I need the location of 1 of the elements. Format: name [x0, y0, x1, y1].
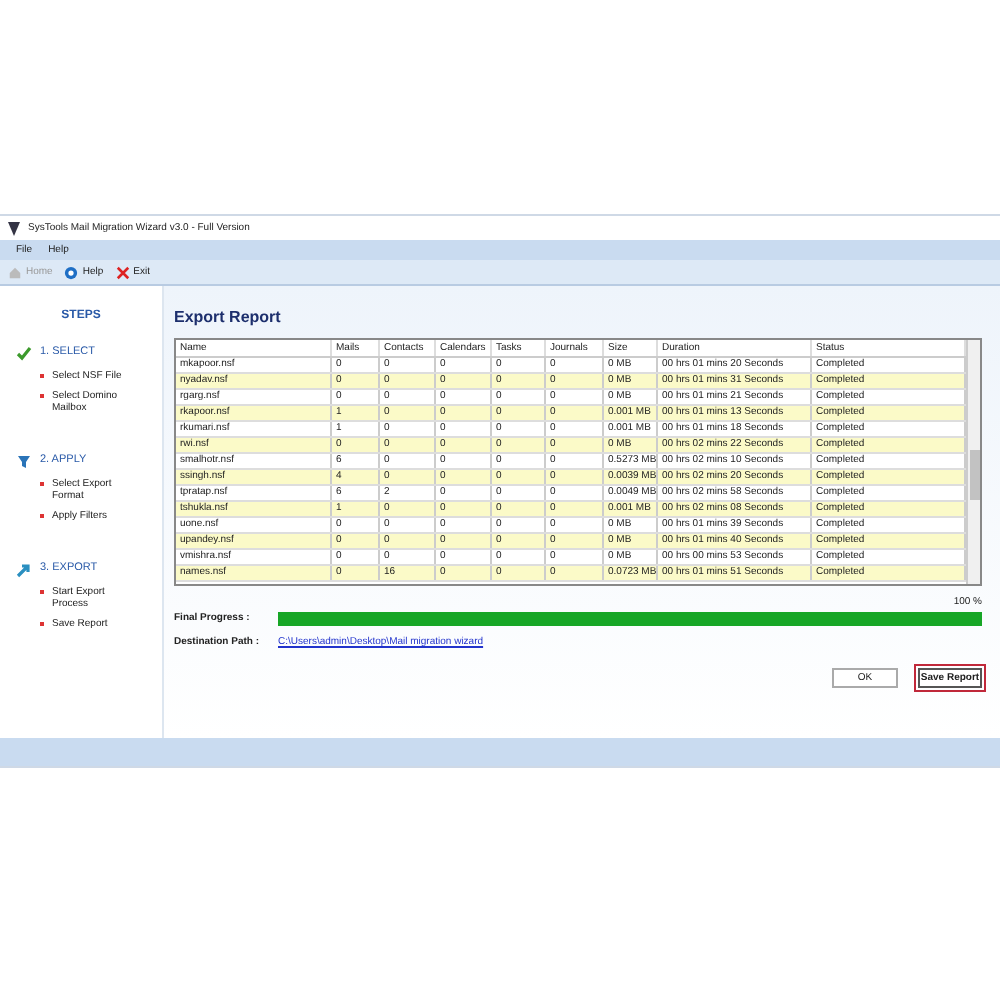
section-title: Export Report	[174, 310, 283, 326]
